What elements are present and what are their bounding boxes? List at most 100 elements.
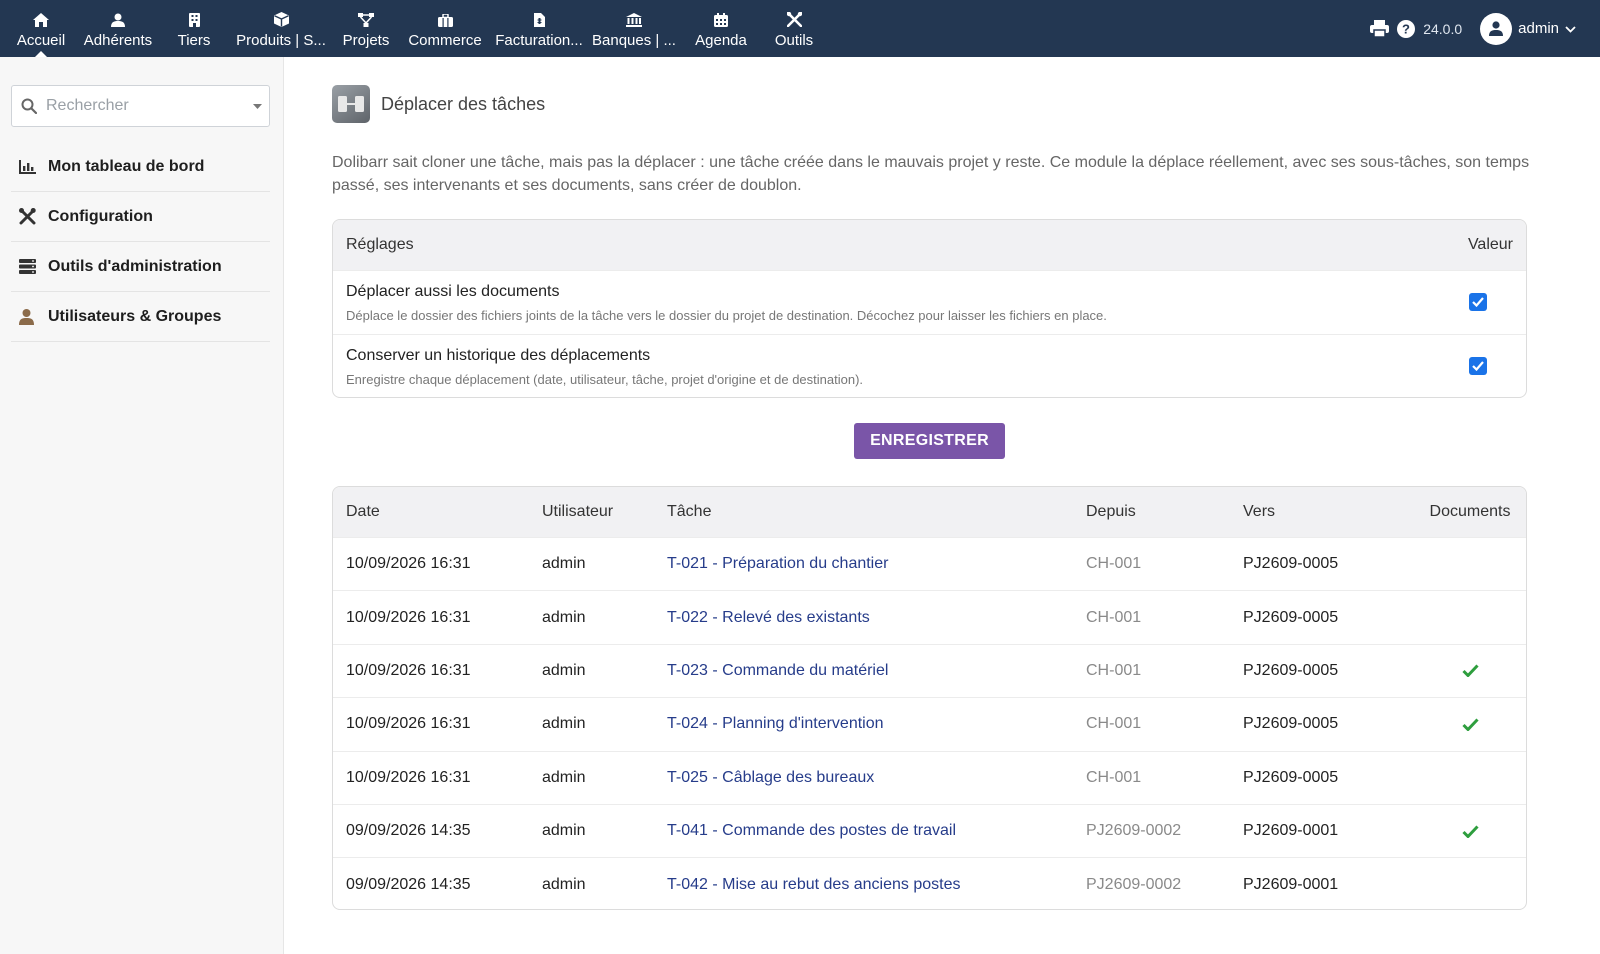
- cell-user: admin: [542, 715, 586, 733]
- svg-text:?: ?: [1402, 21, 1410, 36]
- help-icon[interactable]: ?: [1397, 19, 1416, 38]
- tools-icon: [19, 208, 48, 225]
- sidebar-item-configuration[interactable]: Configuration: [11, 192, 270, 242]
- cell-date: 10/09/2026 16:31: [346, 608, 471, 626]
- cell-user: admin: [542, 822, 586, 840]
- task-link[interactable]: T-042 - Mise au rebut des anciens postes: [667, 858, 961, 909]
- page-title: Déplacer des tâches: [381, 93, 546, 114]
- page-header: Déplacer des tâches: [332, 85, 545, 123]
- user-menu[interactable]: admin: [1480, 12, 1576, 45]
- cell-documents: [1415, 752, 1525, 804]
- checkmark-icon: [1472, 361, 1484, 371]
- cell-date: 09/09/2026 14:35: [346, 875, 471, 893]
- cell-user: admin: [542, 555, 586, 573]
- tools-icon: [786, 0, 802, 30]
- cell-user: admin: [542, 875, 586, 893]
- column-header-date[interactable]: Date: [346, 487, 380, 537]
- sidebar-item-users-groups[interactable]: Utilisateurs & Groupes: [11, 292, 270, 342]
- task-link[interactable]: T-023 - Commande du matériel: [667, 645, 888, 697]
- module-logo: [332, 85, 370, 123]
- cell-documents: [1415, 858, 1525, 909]
- cell-date: 10/09/2026 16:31: [346, 661, 471, 679]
- menu-item-banques[interactable]: Banques | ...: [590, 0, 678, 57]
- save-button[interactable]: ENREGISTRER: [854, 423, 1005, 459]
- column-header-task[interactable]: Tâche: [667, 487, 711, 537]
- cell-from: PJ2609-0002: [1086, 875, 1182, 893]
- task-link[interactable]: T-041 - Commande des postes de travail: [667, 805, 956, 857]
- menu-label: Facturation...: [495, 32, 583, 49]
- cell-from: CH-001: [1086, 608, 1142, 626]
- invoice-icon: [533, 0, 545, 30]
- sidebar-item-dashboard[interactable]: Mon tableau de bord: [11, 142, 270, 192]
- cell-to: PJ2609-0001: [1243, 875, 1339, 893]
- chart-icon: [19, 159, 48, 174]
- menu-item-accueil[interactable]: Accueil: [10, 0, 72, 57]
- column-header-from[interactable]: Depuis: [1086, 487, 1136, 537]
- avatar: [1480, 12, 1513, 45]
- setting-row-move-documents: Déplacer aussi les documents Déplace le …: [333, 270, 1526, 334]
- settings-table: Réglages Valeur Déplacer aussi les docum…: [332, 219, 1527, 398]
- print-icon[interactable]: [1370, 20, 1390, 37]
- task-link[interactable]: T-024 - Planning d'intervention: [667, 698, 884, 750]
- cell-user: admin: [542, 768, 586, 786]
- menu-label: Outils: [774, 32, 814, 49]
- menu-label: Banques | ...: [592, 32, 676, 49]
- cell-to: PJ2609-0005: [1243, 608, 1339, 626]
- table-row: 10/09/2026 16:31 admin T-025 - Câblage d…: [333, 750, 1526, 804]
- menu-item-outils[interactable]: Outils: [766, 0, 822, 57]
- menu-item-commerce[interactable]: Commerce: [406, 0, 484, 57]
- briefcase-icon: [437, 0, 453, 30]
- menu-item-adherents[interactable]: Adhérents: [80, 0, 156, 57]
- table-row: 10/09/2026 16:31 admin T-022 - Relevé de…: [333, 590, 1526, 643]
- menu-item-agenda[interactable]: Agenda: [690, 0, 752, 57]
- bank-icon: [626, 0, 642, 30]
- menu-item-facturation[interactable]: Facturation...: [492, 0, 586, 57]
- sidebar-item-admin-tools[interactable]: Outils d'administration: [11, 242, 270, 292]
- cell-date: 10/09/2026 16:31: [346, 555, 471, 573]
- topbar-right-tools: ? 24.0.0 admin: [1370, 0, 1600, 57]
- cell-documents: [1415, 591, 1525, 643]
- table-row: 09/09/2026 14:35 admin T-042 - Mise au r…: [333, 857, 1526, 909]
- menu-label: Accueil: [16, 32, 66, 49]
- table-row: 10/09/2026 16:31 admin T-024 - Planning …: [333, 697, 1526, 750]
- search-input[interactable]: Rechercher: [11, 85, 270, 127]
- menu-label: Tiers: [177, 32, 211, 49]
- cell-to: PJ2609-0005: [1243, 715, 1339, 733]
- settings-header: Réglages Valeur: [333, 220, 1526, 270]
- search-placeholder: Rechercher: [46, 97, 129, 114]
- sidebar-item-label: Utilisateurs & Groupes: [48, 307, 222, 325]
- intro-text: Dolibarr sait cloner une tâche, mais pas…: [332, 154, 1530, 194]
- setting-title: Conserver un historique des déplacements: [346, 347, 651, 364]
- menu-label: Agenda: [695, 32, 747, 49]
- column-header-user[interactable]: Utilisateur: [542, 487, 613, 537]
- chevron-down-icon: [1565, 20, 1576, 38]
- task-link[interactable]: T-025 - Câblage des bureaux: [667, 752, 874, 804]
- home-icon: [33, 0, 49, 30]
- menu-label: Commerce: [408, 32, 482, 49]
- settings-header-label: Réglages: [346, 236, 414, 253]
- menu-item-projets[interactable]: Projets: [336, 0, 396, 57]
- user-icon: [19, 308, 48, 325]
- cell-documents: [1415, 538, 1525, 590]
- check-icon: [1461, 664, 1479, 678]
- menu-label: Produits | S...: [236, 32, 326, 49]
- cell-to: PJ2609-0005: [1243, 661, 1339, 679]
- settings-header-value: Valeur: [1467, 236, 1513, 253]
- task-link[interactable]: T-022 - Relevé des existants: [667, 591, 870, 643]
- cell-date: 09/09/2026 14:35: [346, 822, 471, 840]
- menu-item-tiers[interactable]: Tiers: [166, 0, 222, 57]
- column-header-documents[interactable]: Documents: [1415, 487, 1525, 537]
- keep-history-checkbox[interactable]: [1469, 357, 1487, 375]
- cell-from: CH-001: [1086, 715, 1142, 733]
- version-label: 24.0.0: [1423, 20, 1463, 37]
- cell-from: CH-001: [1086, 661, 1142, 679]
- main-content: Déplacer des tâches Dolibarr sait cloner…: [284, 57, 1600, 954]
- setting-title: Déplacer aussi les documents: [346, 283, 560, 300]
- dropdown-caret-icon[interactable]: [245, 103, 269, 109]
- move-documents-checkbox[interactable]: [1469, 293, 1487, 311]
- task-link[interactable]: T-021 - Préparation du chantier: [667, 538, 888, 590]
- setting-description: Enregistre chaque déplacement (date, uti…: [346, 372, 864, 387]
- column-header-to[interactable]: Vers: [1243, 487, 1275, 537]
- cell-documents: [1415, 645, 1525, 697]
- menu-item-produits[interactable]: Produits | S...: [232, 0, 330, 57]
